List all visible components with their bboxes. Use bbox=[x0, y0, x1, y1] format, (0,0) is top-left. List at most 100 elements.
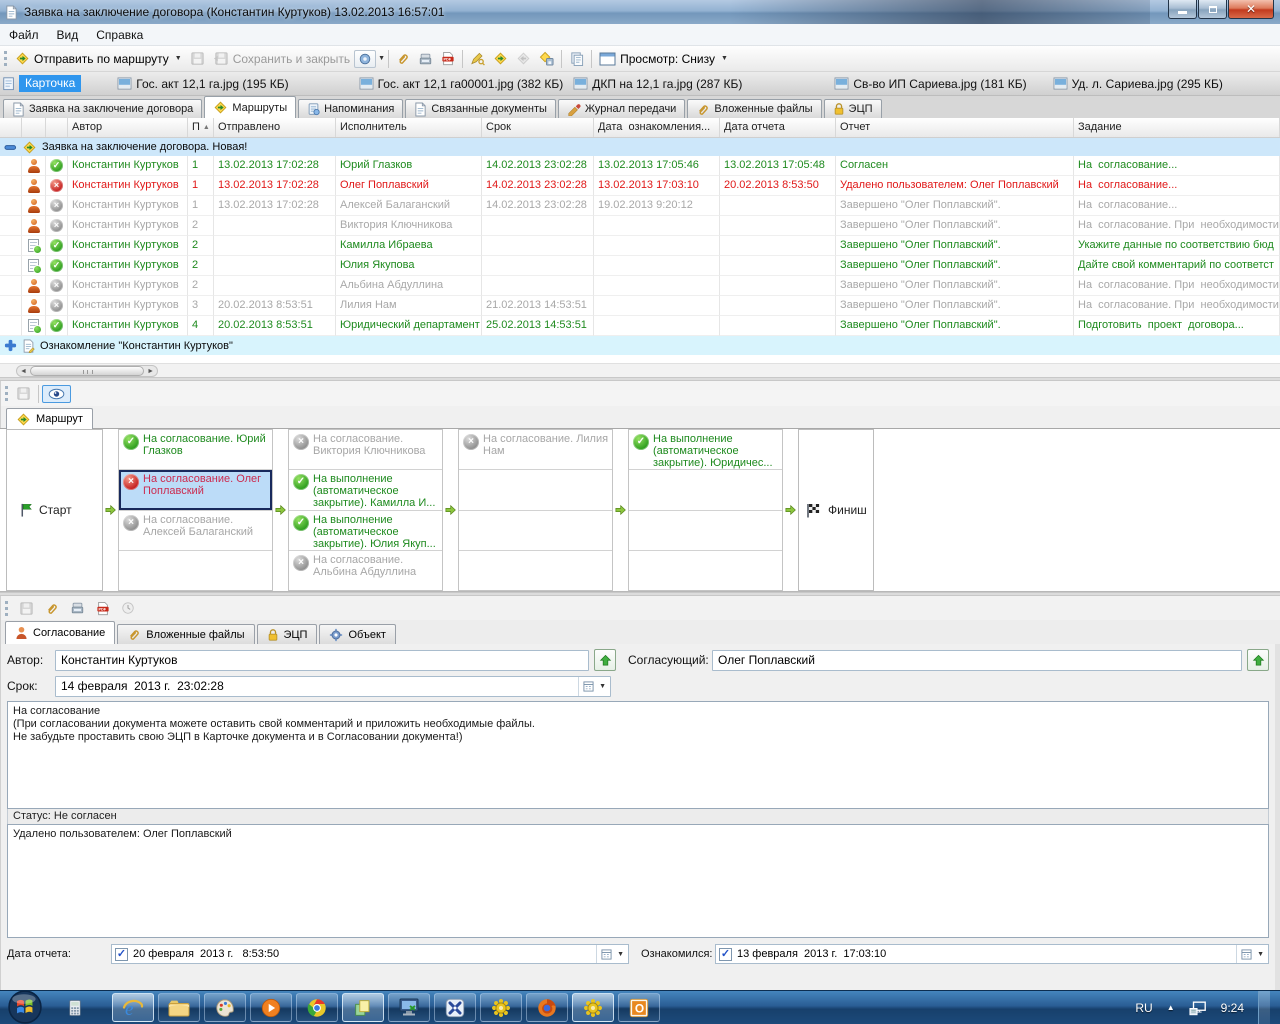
column-header[interactable]: Дата отчета bbox=[720, 118, 836, 137]
column-header[interactable]: Отчет bbox=[836, 118, 1074, 137]
column-header[interactable]: Срок bbox=[482, 118, 594, 137]
network-icon[interactable] bbox=[1189, 1000, 1207, 1016]
scrollbar-thumb[interactable] bbox=[30, 366, 144, 376]
scan-button[interactable] bbox=[66, 599, 89, 617]
tab-4[interactable]: Журнал передачи bbox=[558, 99, 685, 118]
route-view-button[interactable] bbox=[42, 385, 71, 403]
acquainted-checkbox[interactable] bbox=[719, 948, 732, 961]
table-row[interactable]: ×Константин Куртуков2Виктория Ключникова… bbox=[0, 216, 1280, 236]
route-save-button[interactable] bbox=[535, 49, 558, 68]
expand-icon[interactable] bbox=[4, 339, 17, 352]
taskbar-app-firefox[interactable] bbox=[526, 993, 568, 1022]
route-node[interactable]: ✓На выполнение (автоматическое закрытие)… bbox=[289, 470, 442, 510]
attachment-file[interactable]: ДКП на 12,1 га.jpg (287 КБ) bbox=[573, 77, 742, 91]
column-header[interactable]: Автор bbox=[68, 118, 188, 137]
save-button[interactable] bbox=[186, 49, 209, 68]
tray-expand-icon[interactable]: ▲ bbox=[1167, 1003, 1175, 1012]
tab-5[interactable]: Вложенные файлы bbox=[687, 99, 821, 118]
acquainted-field[interactable]: 13 февраля 2013 г. 17:03:10 ▼ bbox=[715, 944, 1269, 964]
collapse-icon[interactable] bbox=[4, 141, 17, 154]
taskbar-app-settings-gear[interactable] bbox=[480, 993, 522, 1022]
route-save-button[interactable] bbox=[12, 384, 35, 403]
route-node[interactable]: ✓На выполнение (автоматическое закрытие)… bbox=[629, 430, 782, 470]
route-node[interactable] bbox=[629, 470, 782, 510]
taskbar-app-chrome[interactable] bbox=[296, 993, 338, 1022]
column-header-blank[interactable] bbox=[22, 118, 46, 137]
attach-button[interactable] bbox=[41, 599, 63, 618]
tab-6[interactable]: ЭЦП bbox=[824, 99, 882, 118]
attachment-file[interactable]: Гос. акт 12,1 га00001.jpg (382 КБ) bbox=[359, 77, 564, 91]
horizontal-scrollbar[interactable]: ◄ ► bbox=[0, 363, 1280, 377]
tab-route[interactable]: Маршрут bbox=[6, 408, 93, 429]
route-node[interactable] bbox=[459, 551, 612, 590]
save-button[interactable] bbox=[15, 599, 38, 618]
route-node[interactable] bbox=[629, 551, 782, 590]
tab-3[interactable]: Связанные документы bbox=[405, 99, 556, 118]
tab-0[interactable]: Заявка на заключение договора bbox=[3, 99, 202, 118]
close-button[interactable]: ✕ bbox=[1228, 0, 1274, 19]
bottom-tab-2[interactable]: ЭЦП bbox=[257, 624, 318, 644]
group-row-bottom[interactable]: Ознакомление "Константин Куртуков" bbox=[0, 336, 1280, 355]
route-node[interactable] bbox=[459, 511, 612, 551]
attachment-file[interactable]: Св-во ИП Сариева.jpg (181 КБ) bbox=[834, 77, 1026, 91]
bottom-tab-3[interactable]: Объект bbox=[319, 624, 395, 644]
taskbar-app-paint[interactable] bbox=[204, 993, 246, 1022]
result-comment-box[interactable]: Удалено пользователем: Олег Поплавский bbox=[7, 824, 1269, 938]
author-open-button[interactable] bbox=[594, 649, 616, 671]
titlebar[interactable]: Заявка на заключение договора (Константи… bbox=[0, 0, 1280, 24]
scan-button[interactable] bbox=[414, 50, 437, 68]
tab-1[interactable]: Маршруты bbox=[204, 96, 296, 118]
toolbar-grip[interactable] bbox=[5, 386, 8, 401]
menu-item-0[interactable]: Файл bbox=[0, 26, 48, 44]
attachment-file[interactable]: Уд. л. Сариева.jpg (295 КБ) bbox=[1053, 77, 1223, 91]
table-row[interactable]: ✓Константин Куртуков2Юлия ЯкуповаЗаверше… bbox=[0, 256, 1280, 276]
view-mode-button[interactable]: Просмотр: Снизу▼ bbox=[595, 50, 732, 68]
report-date-field[interactable]: 20 февраля 2013 г. 8:53:50 ▼ bbox=[111, 944, 629, 964]
pdf-button[interactable]: PDF bbox=[437, 49, 459, 68]
save-close-button[interactable]: Сохранить и закрыть bbox=[209, 49, 354, 68]
route-node[interactable] bbox=[629, 511, 782, 551]
calendar-button[interactable]: ▼ bbox=[578, 677, 610, 696]
group-row-top[interactable]: Заявка на заключение договора. Новая! bbox=[0, 138, 1280, 156]
table-row[interactable]: ×Константин Куртуков2Альбина АбдуллинаЗа… bbox=[0, 276, 1280, 296]
due-field[interactable]: 14 февраля 2013 г. 23:02:28 ▼ bbox=[55, 676, 611, 697]
column-header[interactable]: Отправлено bbox=[214, 118, 336, 137]
table-row[interactable]: ×Константин Куртуков113.02.2013 17:02:28… bbox=[0, 176, 1280, 196]
route-node[interactable]: ×На согласование. Альбина Абдуллина bbox=[289, 551, 442, 590]
column-header-blank[interactable] bbox=[46, 118, 68, 137]
chevron-down-icon[interactable]: ▼ bbox=[378, 55, 385, 62]
language-indicator[interactable]: RU bbox=[1135, 1001, 1152, 1015]
start-button[interactable] bbox=[6, 988, 44, 1024]
taskbar-app-settings-gear-2[interactable] bbox=[572, 993, 614, 1022]
column-header[interactable]: П▲ bbox=[188, 118, 214, 137]
maximize-button[interactable] bbox=[1198, 0, 1227, 19]
taskbar-app-calculator[interactable] bbox=[54, 993, 96, 1022]
attachment-file[interactable]: Гос. акт 12,1 га.jpg (195 КБ) bbox=[117, 77, 288, 91]
table-row[interactable]: ✓Константин Куртуков420.02.2013 8:53:51Ю… bbox=[0, 316, 1280, 336]
approver-open-button[interactable] bbox=[1247, 649, 1269, 671]
table-row[interactable]: ×Константин Куртуков320.02.2013 8:53:51Л… bbox=[0, 296, 1280, 316]
column-header[interactable]: Дата ознакомления... bbox=[594, 118, 720, 137]
column-header-blank[interactable] bbox=[0, 118, 22, 137]
route-node[interactable] bbox=[459, 470, 612, 510]
taskbar-app-internet-explorer[interactable]: e bbox=[112, 993, 154, 1022]
attach-button[interactable] bbox=[392, 49, 414, 68]
calendar-button[interactable]: ▼ bbox=[596, 945, 628, 963]
timer-button[interactable] bbox=[117, 599, 139, 617]
route-node[interactable]: ✓На согласование. Юрий Глазков bbox=[119, 430, 272, 470]
route-node[interactable]: ✓На выполнение (автоматическое закрытие)… bbox=[289, 511, 442, 551]
bottom-tab-0[interactable]: Согласование bbox=[5, 621, 115, 644]
approver-field[interactable]: Олег Поплавский bbox=[712, 650, 1242, 671]
minimize-button[interactable] bbox=[1168, 0, 1197, 19]
author-field[interactable]: Константин Куртуков bbox=[55, 650, 589, 671]
toolbar-grip[interactable] bbox=[5, 601, 8, 616]
card-tab[interactable]: Карточка bbox=[2, 75, 81, 92]
sign-button[interactable] bbox=[466, 49, 489, 68]
menu-item-1[interactable]: Вид bbox=[48, 26, 88, 44]
route-node[interactable]: ×На согласование. Лилия Нам bbox=[459, 430, 612, 470]
table-row[interactable]: ✓Константин Куртуков2Камилла ИбраеваЗаве… bbox=[0, 236, 1280, 256]
route-node[interactable]: ×На согласование. Олег Поплавский bbox=[119, 470, 272, 510]
taskbar-app-media-player[interactable] bbox=[250, 993, 292, 1022]
toolbar-grip[interactable] bbox=[4, 51, 7, 66]
route-start-node[interactable]: Старт bbox=[6, 429, 103, 591]
